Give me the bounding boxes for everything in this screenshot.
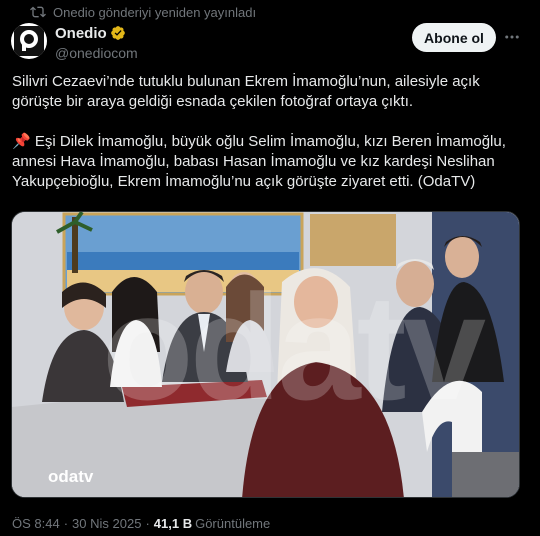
avatar[interactable] xyxy=(11,23,47,59)
tweet-date[interactable]: 30 Nis 2025 xyxy=(72,516,141,531)
repost-icon xyxy=(30,6,46,18)
author-name[interactable]: Onedio xyxy=(55,25,107,42)
tweet-time[interactable]: ÖS 8:44 xyxy=(12,516,60,531)
pin-emoji: 📌 xyxy=(12,133,31,150)
more-horizontal-icon xyxy=(505,35,519,39)
onedio-logo xyxy=(14,26,44,56)
verified-badge-icon[interactable] xyxy=(110,25,126,41)
author-block: Onedio @onediocom xyxy=(55,24,138,62)
author-handle[interactable]: @onediocom xyxy=(55,45,138,61)
separator: · xyxy=(145,516,150,531)
tweet-meta: ÖS 8:44 · 30 Nis 2025 · 41,1 B Görüntüle… xyxy=(12,516,270,531)
tweet-text: Silivri Cezaevi’nde tutuklu bulunan Ekre… xyxy=(12,72,528,192)
views-label: Görüntüleme xyxy=(195,516,271,531)
follow-button[interactable]: Abone ol xyxy=(412,23,496,52)
separator: · xyxy=(63,516,69,531)
repost-indicator[interactable]: Onedio gönderiyi yeniden yayınladı xyxy=(30,4,256,20)
views-count: 41,1 B xyxy=(153,516,193,531)
watermark-corner: odatv xyxy=(48,467,94,486)
tweet-paragraph-2-text: Eşi Dilek İmamoğlu, büyük oğlu Selim İma… xyxy=(12,133,506,190)
more-options-button[interactable] xyxy=(502,28,522,46)
tweet-paragraph-1: Silivri Cezaevi’nde tutuklu bulunan Ekre… xyxy=(12,73,480,110)
tweet-photo[interactable]: odatv odatv xyxy=(11,211,520,498)
repost-text: Onedio gönderiyi yeniden yayınladı xyxy=(53,4,257,20)
watermark-large: odatv xyxy=(102,263,486,431)
tweet-paragraph-2: 📌 Eşi Dilek İmamoğlu, büyük oğlu Selim İ… xyxy=(12,132,528,192)
